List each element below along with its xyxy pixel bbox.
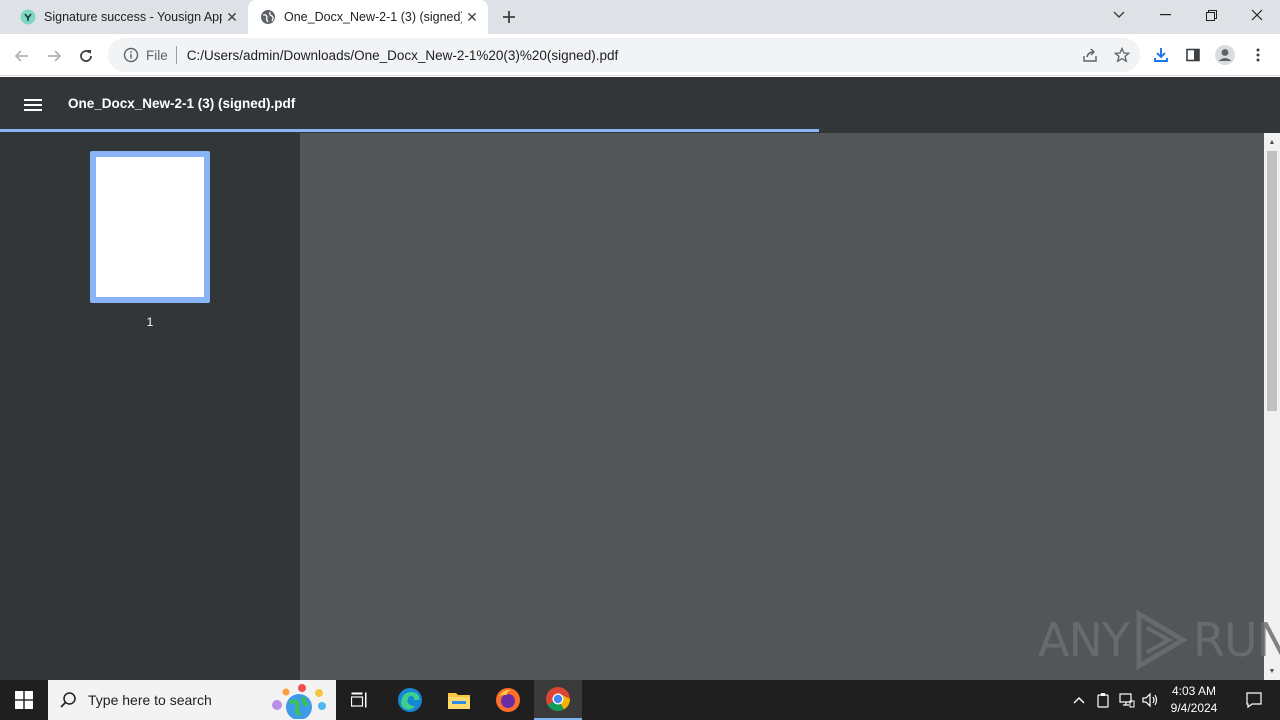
tab-pdf[interactable]: One_Docx_New-2-1 (3) (signed) ✕ xyxy=(248,0,488,34)
firefox-icon xyxy=(496,688,520,712)
menu-button[interactable] xyxy=(1245,42,1271,68)
anyrun-watermark: ANY RUN xyxy=(1038,610,1280,670)
search-icon xyxy=(48,691,88,709)
page-thumbnail-number: 1 xyxy=(146,315,154,329)
new-tab-button[interactable] xyxy=(498,6,520,28)
clock-date: 9/4/2024 xyxy=(1170,701,1218,715)
start-button[interactable] xyxy=(0,680,48,720)
kebab-menu-icon xyxy=(1256,48,1260,62)
chrome-icon xyxy=(546,687,570,712)
arrow-right-icon xyxy=(48,50,62,62)
address-bar[interactable]: File C:/Users/admin/Downloads/One_Docx_N… xyxy=(108,38,1140,72)
scroll-up-arrow-icon[interactable]: ▲ xyxy=(1264,135,1280,149)
close-tab-icon[interactable]: ✕ xyxy=(462,7,482,27)
network-icon[interactable] xyxy=(1117,690,1137,710)
search-highlight-globe-icon xyxy=(272,684,326,719)
tab-search-button[interactable] xyxy=(1096,0,1142,30)
restore-button[interactable] xyxy=(1188,0,1234,30)
search-placeholder: Type here to search xyxy=(88,692,212,708)
share-icon xyxy=(1083,48,1097,62)
scrollbar-thumb[interactable] xyxy=(1267,151,1277,411)
reload-button[interactable] xyxy=(72,42,100,70)
windows-logo-icon xyxy=(15,691,33,709)
notification-center-button[interactable] xyxy=(1234,680,1274,720)
arrow-left-icon xyxy=(14,50,28,62)
edge-taskbar-button[interactable] xyxy=(386,680,434,720)
hamburger-menu-icon xyxy=(24,99,42,111)
watermark-text-right: RUN xyxy=(1192,613,1280,667)
tray-device-icon[interactable] xyxy=(1093,690,1113,710)
task-view-icon xyxy=(351,692,367,708)
pdf-toolbar: One_Docx_New-2-1 (3) (signed).pdf xyxy=(0,77,1280,131)
avatar-icon xyxy=(1215,45,1235,65)
close-window-button[interactable] xyxy=(1234,0,1280,30)
pdf-thumbnail-sidebar: 1 xyxy=(0,133,300,680)
downloads-button[interactable] xyxy=(1148,42,1174,68)
file-explorer-taskbar-button[interactable] xyxy=(435,680,483,720)
browser-toolbar: File C:/Users/admin/Downloads/One_Docx_N… xyxy=(0,34,1280,76)
windows-taskbar: Type here to search 4:03 AM 9/4/2024 xyxy=(0,680,1280,720)
plus-icon xyxy=(503,11,515,23)
share-button[interactable] xyxy=(1077,42,1103,68)
page-thumbnail[interactable] xyxy=(90,151,210,303)
address-divider xyxy=(175,46,177,64)
task-view-button[interactable] xyxy=(336,680,384,720)
pdf-file-title: One_Docx_New-2-1 (3) (signed).pdf xyxy=(68,96,296,111)
firefox-taskbar-button[interactable] xyxy=(484,680,532,720)
vertical-scrollbar[interactable]: ▲ ▼ xyxy=(1264,133,1280,680)
info-icon[interactable] xyxy=(116,47,146,63)
scheme-label: File xyxy=(146,47,168,63)
play-triangle-icon xyxy=(1136,610,1188,670)
watermark-text-left: ANY xyxy=(1038,613,1130,667)
bookmark-button[interactable] xyxy=(1109,42,1135,68)
side-panel-icon xyxy=(1186,48,1200,62)
restore-icon xyxy=(1205,9,1217,21)
profile-button[interactable] xyxy=(1212,42,1238,68)
system-clock[interactable]: 4:03 AM 9/4/2024 xyxy=(1162,683,1226,717)
close-icon xyxy=(1251,9,1263,21)
notification-icon xyxy=(1246,692,1262,709)
tab-title: One_Docx_New-2-1 (3) (signed) xyxy=(284,10,462,24)
tray-overflow-chevron-up-icon[interactable] xyxy=(1069,690,1089,710)
chrome-taskbar-button[interactable] xyxy=(534,680,582,720)
url-text[interactable]: C:/Users/admin/Downloads/One_Docx_New-2-… xyxy=(187,48,618,63)
minimize-icon xyxy=(1159,14,1171,16)
volume-icon[interactable] xyxy=(1141,690,1161,710)
loading-progress-bar xyxy=(0,129,820,132)
close-tab-icon[interactable]: ✕ xyxy=(222,7,242,27)
tab-strip: Signature success - Yousign App ✕ One_Do… xyxy=(0,0,1280,34)
reload-icon xyxy=(80,50,92,62)
taskbar-search-box[interactable]: Type here to search xyxy=(48,680,336,720)
star-icon xyxy=(1114,47,1130,63)
edge-icon xyxy=(398,688,422,712)
tab-yousign[interactable]: Signature success - Yousign App ✕ xyxy=(8,0,248,34)
side-panel-button[interactable] xyxy=(1180,42,1206,68)
yousign-logo-icon xyxy=(20,9,36,25)
forward-button[interactable] xyxy=(40,42,68,70)
pdf-canvas[interactable] xyxy=(300,133,1264,680)
file-explorer-icon xyxy=(448,693,470,709)
globe-icon xyxy=(260,9,276,25)
tab-title: Signature success - Yousign App xyxy=(44,10,222,24)
minimize-button[interactable] xyxy=(1142,0,1188,30)
back-button[interactable] xyxy=(8,42,36,70)
clock-time: 4:03 AM xyxy=(1171,684,1217,698)
pdf-sidebar-toggle[interactable] xyxy=(22,94,44,116)
chevron-down-icon xyxy=(1113,11,1125,18)
download-icon xyxy=(1154,48,1168,62)
